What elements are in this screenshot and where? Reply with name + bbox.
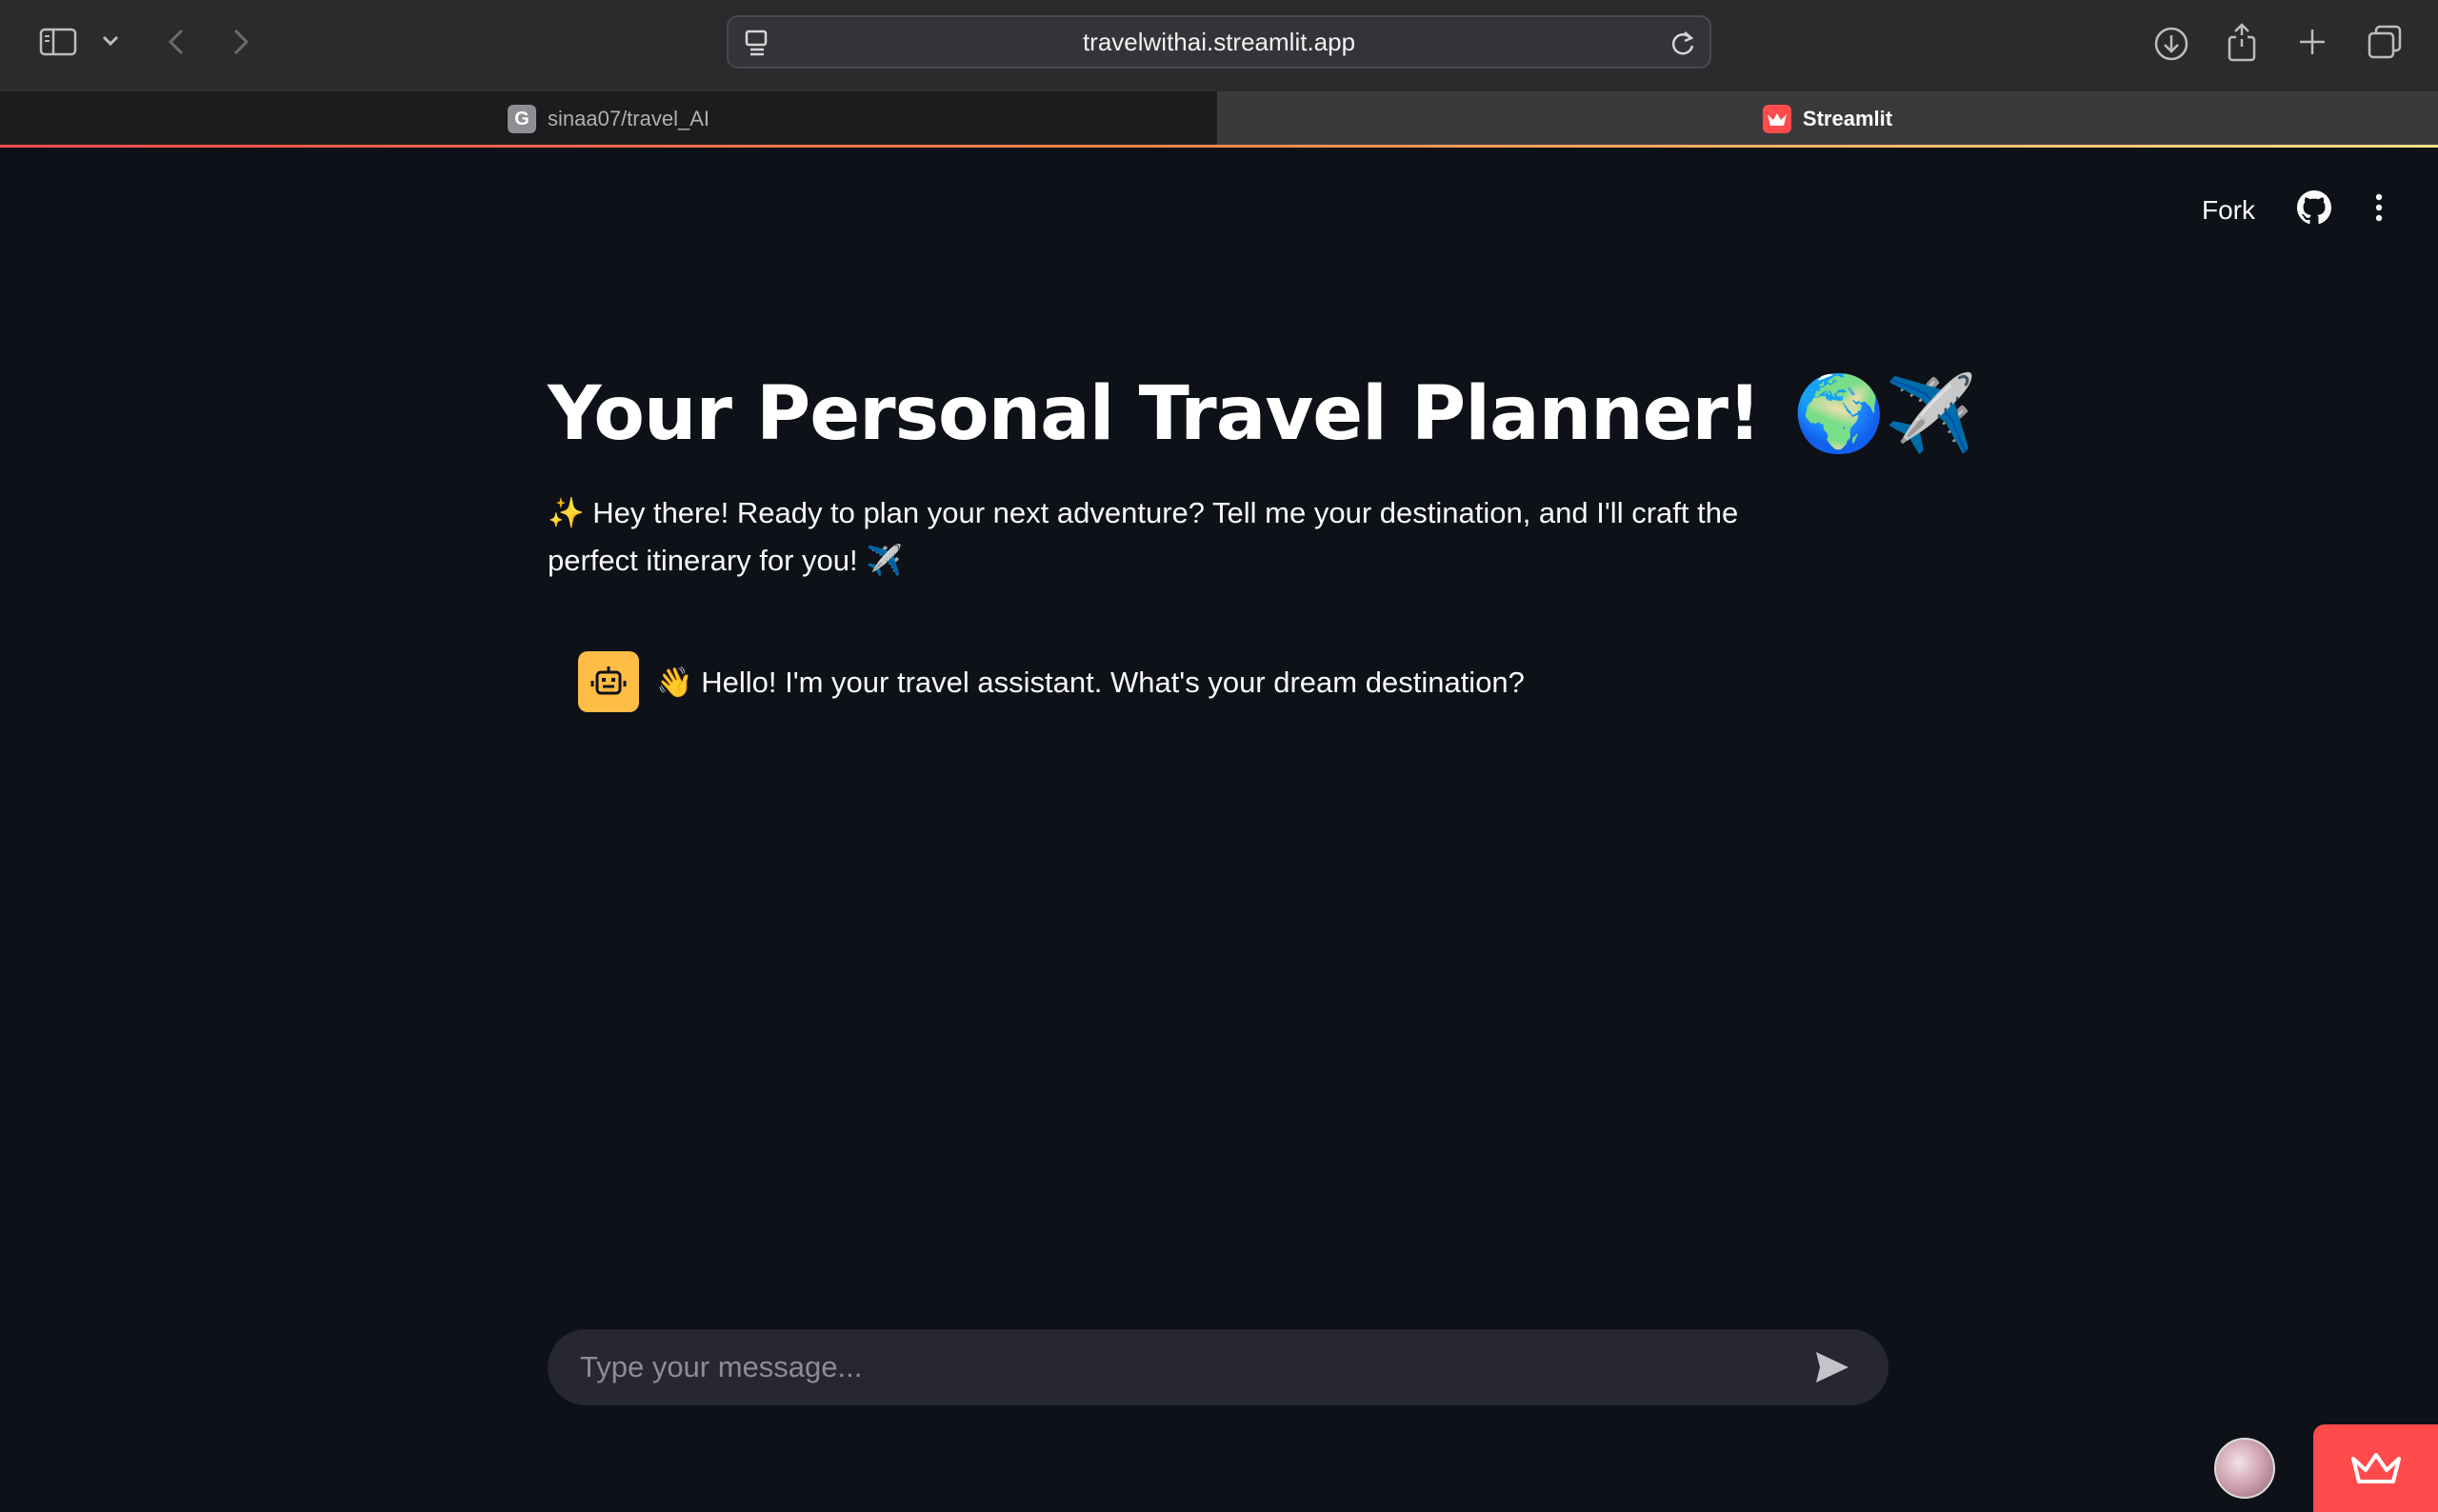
downloads-icon[interactable] xyxy=(2150,23,2192,65)
github-favicon-icon: G xyxy=(508,105,536,133)
chat-input-container xyxy=(548,1329,1888,1405)
tab-label: sinaa07/travel_AI xyxy=(548,107,709,130)
tab-github-repo[interactable]: G sinaa07/travel_AI xyxy=(0,91,1217,147)
title-text: Your Personal Travel Planner! xyxy=(548,371,1762,457)
browser-toolbar: travelwithai.streamlit.app xyxy=(0,0,2438,91)
app-header-actions: Fork xyxy=(2202,190,2385,229)
back-icon[interactable] xyxy=(162,23,190,61)
page-title: Your Personal Travel Planner! 🌍✈️ xyxy=(548,362,1977,467)
sidebar-toggle-icon[interactable] xyxy=(36,23,80,61)
tab-label: Streamlit xyxy=(1802,107,1893,130)
streamlit-crown-icon xyxy=(2350,1453,2401,1483)
github-icon[interactable] xyxy=(2297,190,2331,229)
tab-accent-line xyxy=(0,145,2438,148)
new-tab-icon[interactable] xyxy=(2293,23,2331,61)
tab-overview-icon[interactable] xyxy=(2364,21,2406,63)
send-icon[interactable] xyxy=(1814,1350,1850,1389)
globe-plane-emoji: 🌍✈️ xyxy=(1792,371,1977,457)
bot-avatar-icon xyxy=(578,651,639,712)
fork-button[interactable]: Fork xyxy=(2202,195,2255,226)
streamlit-favicon-icon xyxy=(1762,105,1791,133)
chat-input[interactable] xyxy=(580,1350,1770,1384)
forward-icon[interactable] xyxy=(227,23,255,61)
reload-icon[interactable] xyxy=(1669,29,1696,62)
chevron-down-icon[interactable] xyxy=(99,29,122,53)
tab-bar: G sinaa07/travel_AI Streamlit xyxy=(0,91,2438,147)
chat-message-text: 👋 Hello! I'm your travel assistant. What… xyxy=(656,665,1525,699)
address-bar[interactable]: travelwithai.streamlit.app xyxy=(727,15,1711,69)
main-menu-icon[interactable] xyxy=(2373,192,2385,228)
user-avatar[interactable] xyxy=(2214,1438,2275,1499)
intro-text: ✨ Hey there! Ready to plan your next adv… xyxy=(548,496,1739,577)
main-content: Your Personal Travel Planner! 🌍✈️ ✨ Hey … xyxy=(548,362,1977,585)
streamlit-badge[interactable] xyxy=(2313,1424,2438,1512)
url-text: travelwithai.streamlit.app xyxy=(1082,28,1356,56)
chat-message-assistant: 👋 Hello! I'm your travel assistant. What… xyxy=(578,651,1525,712)
share-icon[interactable] xyxy=(2223,19,2261,65)
tab-streamlit[interactable]: Streamlit xyxy=(1217,91,2438,147)
